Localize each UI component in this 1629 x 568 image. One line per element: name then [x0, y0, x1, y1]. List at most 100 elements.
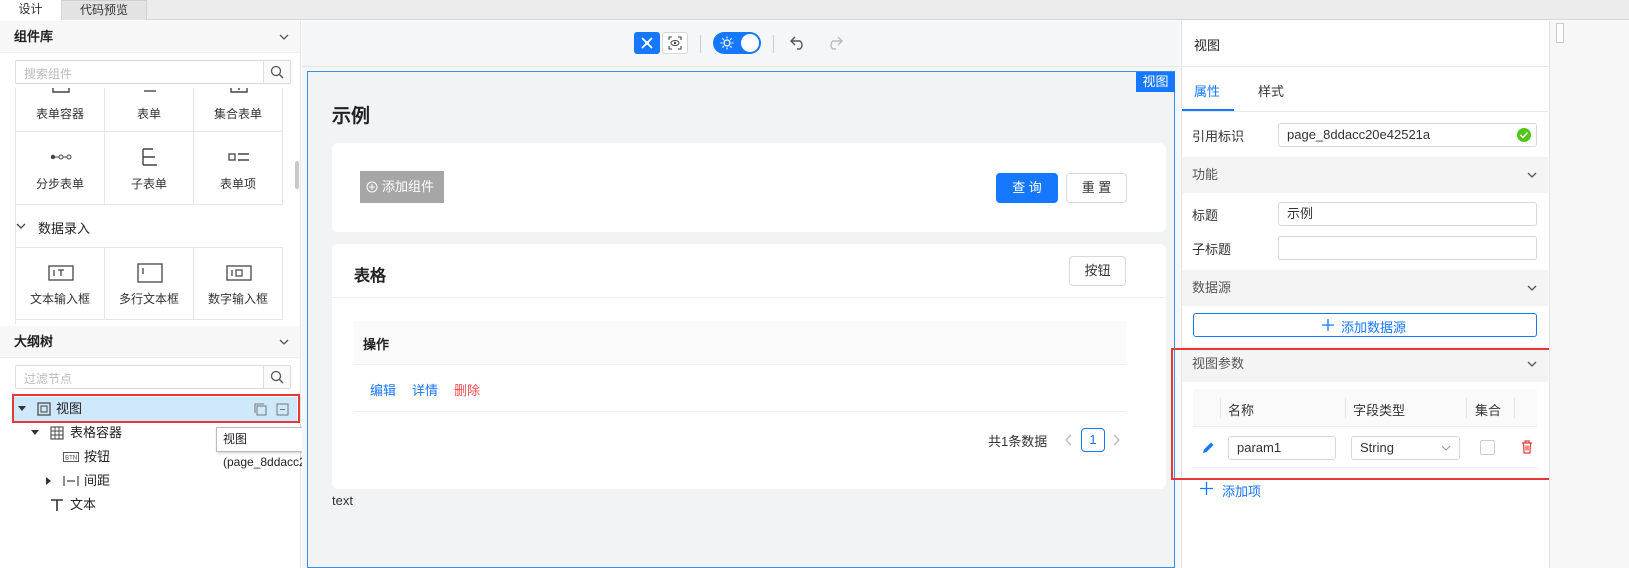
plus-icon: [1200, 482, 1213, 495]
chevron-down-icon[interactable]: [278, 31, 290, 43]
divider: [332, 297, 1166, 298]
view-frame[interactable]: 视图 示例 添加组件 查 询 重 置 表格 按钮 操作 编辑 详情 删除 共1条…: [307, 71, 1175, 568]
title-input[interactable]: 示例: [1278, 202, 1537, 226]
divider: [1182, 111, 1548, 112]
component-grid: 表单容器 表单 集合表单 分步表单 子表单 表单项 数据录入 文本输入框 多行文…: [15, 88, 284, 324]
component-text-input[interactable]: 文本输入框: [16, 247, 105, 320]
add-item-button[interactable]: 添加项: [1200, 479, 1280, 499]
tab-code-preview[interactable]: 代码预览: [62, 0, 147, 20]
table-icon: [50, 426, 64, 440]
side-tab[interactable]: [1556, 23, 1564, 43]
ref-field[interactable]: page_8ddacc20e42521a: [1278, 123, 1537, 147]
component-form[interactable]: 表单: [105, 88, 194, 132]
eye-scan-icon: [668, 36, 682, 50]
table-title: 表格: [354, 268, 387, 285]
tree-node-label: 间距: [84, 473, 111, 488]
text-input-icon: [48, 265, 74, 281]
detail-link[interactable]: 详情: [412, 380, 438, 399]
component-collection-form[interactable]: 集合表单: [194, 88, 283, 132]
preview-mode-button[interactable]: [662, 32, 688, 54]
edit-link[interactable]: 编辑: [370, 380, 396, 399]
search-button[interactable]: [263, 61, 290, 83]
chevron-down-icon: [1527, 172, 1537, 178]
text-icon: [51, 499, 63, 511]
design-mode-button[interactable]: [634, 32, 660, 54]
form-item-icon: [228, 153, 249, 161]
textarea-icon: [137, 263, 163, 283]
undo-icon[interactable]: [789, 33, 807, 51]
chevron-down-icon: [1527, 285, 1537, 291]
outline-filter-input[interactable]: 过滤节点: [15, 365, 291, 389]
spacing-icon: [63, 476, 79, 486]
page-title: 示例: [332, 106, 371, 127]
redo-icon[interactable]: [826, 33, 844, 51]
search-button[interactable]: [263, 366, 290, 388]
divider: [1182, 66, 1548, 67]
component-library-header[interactable]: 组件库: [0, 21, 300, 53]
tools-icon: [641, 37, 653, 49]
svg-text:BTN: BTN: [65, 455, 77, 462]
table-header: 操作: [354, 321, 1126, 365]
delete-link[interactable]: 删除: [454, 380, 480, 399]
collection-form-icon: [230, 88, 248, 93]
caret-down-icon[interactable]: [31, 429, 39, 437]
datasource-section-header[interactable]: 数据源: [1182, 270, 1548, 306]
plus-icon: [1322, 319, 1334, 331]
sub-form-icon: [142, 148, 157, 166]
function-section-header[interactable]: 功能: [1182, 157, 1548, 193]
add-component-button[interactable]: 添加组件: [360, 171, 444, 203]
subtitle-label: 子标题: [1192, 242, 1232, 257]
toggle-knob: [741, 34, 759, 52]
reset-button[interactable]: 重 置: [1066, 173, 1127, 203]
add-component-label: 添加组件: [382, 179, 435, 194]
sun-icon: [720, 36, 734, 50]
subtitle-input[interactable]: [1278, 236, 1537, 260]
step-form-icon: [50, 154, 72, 160]
chevron-right-icon[interactable]: [1112, 434, 1120, 446]
plus-circle-icon: [366, 181, 378, 193]
search-icon: [270, 65, 284, 79]
left-panel: 组件库 搜索组件 表单容器 表单 集合表单 分步表单 子表单 表单项 数据录入 …: [0, 21, 301, 568]
data-entry-header[interactable]: 数据录入: [16, 205, 284, 247]
component-step-form[interactable]: 分步表单: [16, 132, 105, 205]
form-icon: [144, 90, 156, 92]
ref-label: 引用标识: [1192, 129, 1245, 144]
component-textarea[interactable]: 多行文本框: [105, 247, 194, 320]
table-action-button[interactable]: 按钮: [1069, 256, 1126, 286]
outline-tree-title: 大纲树: [14, 334, 54, 349]
component-list-scrollbar[interactable]: [295, 161, 299, 189]
search-icon: [270, 370, 284, 384]
tab-styles[interactable]: 样式: [1246, 67, 1298, 111]
tree-node-text[interactable]: 文本: [14, 493, 297, 517]
ref-value: page_8ddacc20e42521a: [1287, 127, 1431, 142]
query-card: 添加组件 查 询 重 置: [332, 143, 1166, 232]
caret-right-icon[interactable]: [45, 477, 53, 485]
toolbar-divider: [773, 35, 774, 53]
component-sub-form[interactable]: 子表单: [105, 132, 194, 205]
footer-text: text: [332, 493, 353, 508]
tree-node-label: 文本: [70, 497, 97, 512]
chevron-left-icon[interactable]: [1065, 434, 1073, 446]
tab-design[interactable]: 设计: [0, 0, 62, 20]
tree-node-label: 按钮: [84, 449, 111, 464]
view-badge: 视图: [1136, 72, 1175, 92]
component-search-input[interactable]: 搜索组件: [15, 60, 291, 84]
component-library-title: 组件库: [14, 29, 54, 44]
theme-toggle[interactable]: [713, 32, 761, 54]
tab-properties[interactable]: 属性: [1182, 67, 1234, 111]
add-datasource-button[interactable]: 添加数据源: [1193, 313, 1537, 337]
table-row: 编辑 详情 删除: [354, 365, 1126, 412]
component-number-input[interactable]: 数字输入框: [194, 247, 283, 320]
data-entry-title: 数据录入: [38, 221, 91, 236]
chevron-down-icon[interactable]: [278, 336, 290, 348]
number-input-icon: [226, 265, 252, 281]
outline-filter-placeholder: 过滤节点: [24, 372, 73, 386]
column-header-actions: 操作: [363, 337, 390, 352]
pagination-total: 共1条数据: [988, 434, 1048, 449]
outline-tree-header[interactable]: 大纲树: [0, 326, 300, 358]
component-form-container[interactable]: 表单容器: [16, 88, 105, 132]
pagination-page[interactable]: 1: [1081, 428, 1105, 452]
component-form-item[interactable]: 表单项: [194, 132, 283, 205]
query-button[interactable]: 查 询: [996, 173, 1058, 203]
component-search-placeholder: 搜索组件: [24, 67, 73, 81]
